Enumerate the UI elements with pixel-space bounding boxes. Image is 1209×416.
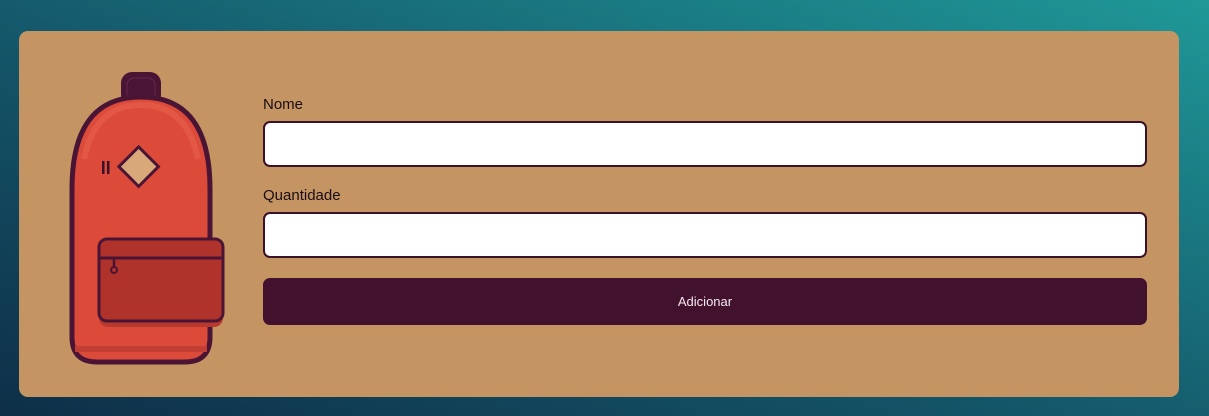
name-label: Nome bbox=[263, 96, 304, 113]
form-card: Nome Quantidade Adicionar bbox=[19, 31, 1179, 397]
add-item-form: Nome Quantidade Adicionar bbox=[263, 95, 1147, 325]
add-button[interactable]: Adicionar bbox=[263, 278, 1147, 325]
quantity-label: Quantidade bbox=[263, 187, 341, 204]
backpack-icon bbox=[69, 72, 225, 365]
quantity-input[interactable] bbox=[263, 212, 1147, 258]
name-input[interactable] bbox=[263, 121, 1147, 167]
